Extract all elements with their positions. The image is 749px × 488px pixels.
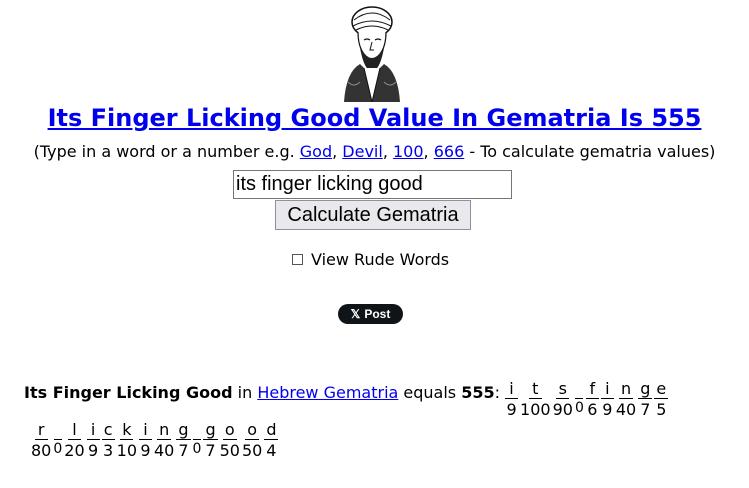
letter-value: 90 <box>552 400 573 419</box>
letter-cell: d4 <box>264 420 279 460</box>
letter-value: 20 <box>64 441 85 460</box>
letter-char: o <box>245 420 260 440</box>
result-in-text: in <box>232 383 258 402</box>
letter-char <box>53 421 62 440</box>
letter-value: 50 <box>241 441 263 460</box>
letter-cell: l 20 <box>64 421 84 460</box>
letter-cell: g7 <box>203 420 218 460</box>
letter-char: g <box>203 420 218 440</box>
letter-cell: f6 <box>585 380 599 419</box>
result-sentence: Its Finger Licking Good in Hebrew Gematr… <box>24 383 500 402</box>
letter-char: n <box>618 379 634 399</box>
letter-breakdown-row-2: r 80 0 l 20 i 9 c 3 k 10 i 9 n 40 g 7 0 g 7 o 50 o 50 d 4 <box>30 421 279 460</box>
letter-value: 10 <box>116 441 137 460</box>
rude-words-label: View Rude Words <box>311 249 450 269</box>
letter-cell: o 50 <box>242 421 262 460</box>
letter-value: 3 <box>103 441 114 460</box>
letter-space-cell: 0 <box>53 421 62 460</box>
page-title-link[interactable]: Its Finger Licking Good Value In Gematri… <box>0 104 749 132</box>
letter-char: i <box>86 421 100 440</box>
letter-value: 40 <box>154 441 175 460</box>
hebrew-gematria-link[interactable]: Hebrew Gematria <box>257 383 398 402</box>
checkbox-icon[interactable] <box>292 254 303 265</box>
result-equals-text: equals <box>398 383 462 402</box>
example-link-100[interactable]: 100 <box>393 142 424 161</box>
letter-char: i <box>600 380 614 399</box>
letter-cell: g7 <box>638 379 653 419</box>
letter-space-cell: 0 <box>575 380 584 419</box>
letter-cell: i9 <box>505 380 519 419</box>
letter-value: 0 <box>574 400 584 416</box>
letter-cell: k 10 <box>117 421 137 460</box>
result-colon: : <box>494 383 501 402</box>
calculate-gematria-button[interactable]: Calculate Gematria <box>275 200 471 230</box>
letter-char: l <box>67 421 81 440</box>
letter-char: t <box>528 380 542 399</box>
letter-value: 40 <box>615 400 637 419</box>
letter-value: 4 <box>266 441 277 460</box>
letter-cell: i9 <box>86 421 100 460</box>
result-total: 555 <box>461 383 495 402</box>
letter-char: i <box>139 421 152 440</box>
letter-cell: n 40 <box>616 380 636 419</box>
letter-char: g <box>176 420 191 440</box>
letter-char: d <box>264 420 279 440</box>
letter-breakdown-row-1: i 9 t 100 s 90 0 f 6 i 9 n 40 g 7 e 5 <box>504 380 669 419</box>
letter-char <box>575 380 584 399</box>
letter-space-cell: 0 <box>192 421 202 460</box>
post-label: Post <box>364 307 391 321</box>
letter-char: c <box>101 421 115 440</box>
hint-prefix: (Type in a word or a number e.g. <box>33 142 300 161</box>
letter-cell: o 50 <box>220 421 240 460</box>
letter-cell: i9 <box>139 421 152 460</box>
letter-char <box>192 421 201 440</box>
letter-cell: r 80 <box>31 421 51 460</box>
letter-value: 9 <box>602 400 613 419</box>
letter-value: 0 <box>192 441 202 457</box>
maimonides-portrait-image <box>344 6 400 102</box>
letter-char: n <box>157 420 172 440</box>
letter-cell: c3 <box>101 421 115 460</box>
letter-value: 6 <box>587 400 598 419</box>
example-link-666[interactable]: 666 <box>434 142 465 161</box>
letter-char: g <box>638 379 653 399</box>
x-post-share-button[interactable]: 𝕏 Post <box>338 304 403 324</box>
letter-char: k <box>120 420 134 440</box>
letter-value: 9 <box>140 441 151 460</box>
letter-value: 9 <box>88 441 99 460</box>
gematria-search-input[interactable] <box>233 170 512 199</box>
letter-value: 80 <box>31 441 52 460</box>
hint-suffix: - To calculate gematria values) <box>464 142 716 161</box>
letter-char: f <box>585 380 599 399</box>
letter-char: s <box>556 380 570 399</box>
letter-value: 7 <box>640 400 651 419</box>
letter-char: i <box>505 380 519 399</box>
letter-char: e <box>654 379 669 399</box>
gematria-result: Its Finger Licking Good in Hebrew Gematr… <box>24 380 669 420</box>
x-logo-icon: 𝕏 <box>350 307 361 321</box>
letter-char: r <box>34 421 48 440</box>
letter-cell: s 90 <box>553 380 573 419</box>
letter-value: 50 <box>219 441 240 460</box>
letter-value: 100 <box>520 400 551 419</box>
letter-cell: g7 <box>176 420 191 460</box>
letter-cell: t 100 <box>520 380 551 419</box>
result-phrase: Its Finger Licking Good <box>24 383 233 402</box>
letter-cell: e5 <box>654 379 669 419</box>
letter-value: 7 <box>178 441 189 460</box>
letter-cell: n 40 <box>154 421 174 460</box>
example-link-devil[interactable]: Devil <box>342 142 383 161</box>
instructions-text: (Type in a word or a number e.g. God, De… <box>33 142 716 161</box>
letter-value: 7 <box>205 441 216 460</box>
letter-value: 9 <box>506 400 517 419</box>
letter-value: 0 <box>53 441 63 457</box>
letter-cell: i9 <box>600 380 614 419</box>
letter-value: 5 <box>656 400 667 419</box>
letter-char: o <box>222 420 237 440</box>
view-rude-words-toggle[interactable]: View Rude Words <box>292 249 449 269</box>
example-link-god[interactable]: God <box>300 142 332 161</box>
